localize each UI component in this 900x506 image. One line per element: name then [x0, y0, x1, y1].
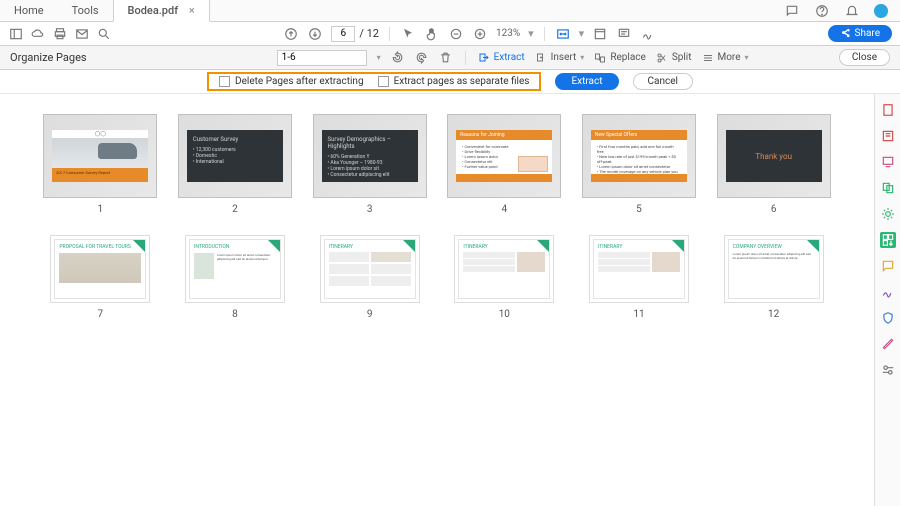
rail-redact-icon[interactable]: [880, 336, 896, 352]
bell-icon[interactable]: [844, 3, 860, 19]
rail-edit-pdf-icon[interactable]: [880, 128, 896, 144]
page-label: 2: [232, 204, 238, 215]
page-thumb-8[interactable]: INTRODUCTIONLorem ipsum dolor sit amet c…: [185, 235, 285, 303]
page-label: 12: [768, 309, 779, 320]
page-label: 3: [367, 204, 373, 215]
cloud-icon[interactable]: [30, 26, 46, 42]
zoom-in-icon[interactable]: [472, 26, 488, 42]
page-up-icon[interactable]: [283, 26, 299, 42]
page-thumb-7[interactable]: PROPOSAL FOR TRAVEL TOURS: [50, 235, 150, 303]
page-thumb-9[interactable]: ITINERARY: [320, 235, 420, 303]
rail-create-pdf-icon[interactable]: [880, 102, 896, 118]
rotate-ccw-icon[interactable]: [391, 51, 405, 65]
rail-more-tools-icon[interactable]: [880, 362, 896, 378]
share-button[interactable]: Share: [828, 25, 892, 42]
page-thumb-3[interactable]: Survey Demographics – Highlights• 60% Ge…: [313, 114, 427, 198]
search-icon[interactable]: [96, 26, 112, 42]
extract-tool[interactable]: Extract: [478, 52, 525, 64]
page-label: 4: [502, 204, 508, 215]
page-total: / 12: [359, 27, 379, 40]
page-number-input[interactable]: [331, 26, 355, 42]
cancel-button[interactable]: Cancel: [633, 73, 693, 90]
page-label: 8: [232, 309, 238, 320]
share-label: Share: [855, 28, 880, 39]
page-label: 6: [771, 204, 777, 215]
page-range-input[interactable]: [277, 50, 367, 66]
right-tool-rail: [874, 94, 900, 506]
close-button[interactable]: Close: [839, 49, 890, 66]
tab-document[interactable]: Bodea.pdf ×: [113, 0, 210, 22]
page-thumb-5[interactable]: New Special Offers• First four months pa…: [582, 114, 696, 198]
rail-combine-icon[interactable]: [880, 180, 896, 196]
hand-icon[interactable]: [424, 26, 440, 42]
tab-home[interactable]: Home: [0, 0, 58, 21]
help-icon[interactable]: [814, 3, 830, 19]
page-label: 9: [367, 309, 373, 320]
page-label: 7: [98, 309, 104, 320]
sign-icon[interactable]: [640, 26, 656, 42]
more-tool[interactable]: More▾: [702, 52, 749, 64]
sidebar-icon[interactable]: [8, 26, 24, 42]
fit-width-icon[interactable]: [555, 26, 571, 42]
replace-tool[interactable]: Replace: [594, 52, 646, 64]
close-icon[interactable]: ×: [189, 4, 195, 17]
mail-icon[interactable]: [74, 26, 90, 42]
zoom-out-icon[interactable]: [448, 26, 464, 42]
rail-organize-icon[interactable]: [880, 232, 896, 248]
rail-optimize-icon[interactable]: [880, 206, 896, 222]
page-label: 11: [633, 309, 644, 320]
page-thumb-2[interactable]: Customer Survey• 12,300 customers• Domes…: [178, 114, 292, 198]
checkbox-separate-files[interactable]: Extract pages as separate files: [378, 76, 530, 87]
page-thumb-12[interactable]: COMPANY OVERVIEWLorem ipsum dolor sit am…: [724, 235, 824, 303]
extract-options-highlight: Delete Pages after extracting Extract pa…: [207, 72, 541, 91]
page-down-icon[interactable]: [307, 26, 323, 42]
print-icon[interactable]: [52, 26, 68, 42]
page-label: 10: [499, 309, 510, 320]
extract-button[interactable]: Extract: [555, 73, 618, 90]
page-thumb-10[interactable]: ITINERARY: [454, 235, 554, 303]
pointer-icon[interactable]: [400, 26, 416, 42]
page-thumb-6[interactable]: Thank you: [717, 114, 831, 198]
rail-fill-sign-icon[interactable]: [880, 284, 896, 300]
tab-document-label: Bodea.pdf: [128, 4, 179, 17]
checkbox-delete-after[interactable]: Delete Pages after extracting: [219, 76, 364, 87]
page-thumb-4[interactable]: Reasons for Joining• Convenient for comm…: [447, 114, 561, 198]
rotate-cw-icon[interactable]: [415, 51, 429, 65]
organize-title: Organize Pages: [10, 51, 87, 64]
page-thumb-11[interactable]: ITINERARY: [589, 235, 689, 303]
rail-protect-icon[interactable]: [880, 310, 896, 326]
rail-export-pdf-icon[interactable]: [880, 154, 896, 170]
chat-icon[interactable]: [784, 3, 800, 19]
comment-icon[interactable]: [616, 26, 632, 42]
read-mode-icon[interactable]: [592, 26, 608, 42]
zoom-level[interactable]: 123%: [496, 28, 520, 39]
page-label: 5: [636, 204, 642, 215]
trash-icon[interactable]: [439, 51, 453, 65]
split-tool[interactable]: Split: [656, 52, 692, 64]
avatar[interactable]: [874, 4, 888, 18]
page-thumb-1[interactable]: ◯◯2017 Consumer Survey Report: [43, 114, 157, 198]
insert-tool[interactable]: Insert▾: [535, 52, 585, 64]
rail-comment-icon[interactable]: [880, 258, 896, 274]
page-label: 1: [98, 204, 104, 215]
tab-tools[interactable]: Tools: [58, 0, 113, 21]
